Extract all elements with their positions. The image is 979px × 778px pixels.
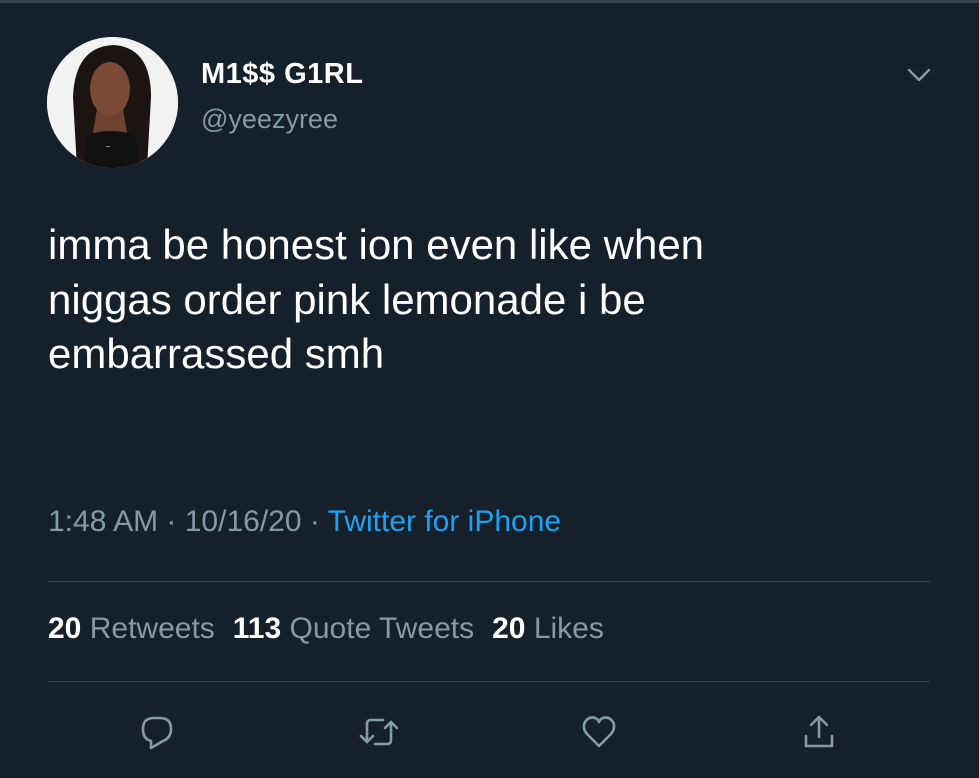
display-name[interactable]: M1$$ G1RL xyxy=(201,58,363,91)
quote-tweets-stat[interactable]: 113 Quote Tweets xyxy=(233,612,474,645)
tweet-time[interactable]: 1:48 AM xyxy=(48,505,158,538)
retweets-count: 20 xyxy=(48,612,82,645)
svg-text:~: ~ xyxy=(105,143,111,151)
action-bar xyxy=(0,712,979,762)
share-icon xyxy=(799,712,839,757)
heart-icon xyxy=(579,712,619,757)
meta-separator: · xyxy=(301,505,328,538)
meta-separator: · xyxy=(158,505,185,538)
quote-tweets-count: 113 xyxy=(232,612,282,645)
user-handle[interactable]: @yeezyree xyxy=(201,104,338,135)
like-button[interactable] xyxy=(577,712,621,756)
tweet-detail: ~ M1$$ G1RL @yeezyree imma be honest ion… xyxy=(0,0,979,778)
chevron-down-icon[interactable] xyxy=(904,64,934,86)
reply-button[interactable] xyxy=(135,712,179,756)
retweet-button[interactable] xyxy=(357,712,401,756)
reply-icon xyxy=(137,712,177,757)
divider xyxy=(48,681,930,682)
quote-tweets-label: Quote Tweets xyxy=(289,612,475,645)
retweets-label: Retweets xyxy=(89,612,215,645)
likes-count: 20 xyxy=(492,612,526,645)
avatar[interactable]: ~ xyxy=(47,37,178,168)
retweet-icon xyxy=(357,712,401,757)
likes-label: Likes xyxy=(533,612,604,645)
retweets-stat[interactable]: 20 Retweets xyxy=(48,612,215,645)
share-button[interactable] xyxy=(797,712,841,756)
likes-stat[interactable]: 20 Likes xyxy=(492,612,604,645)
tweet-source-link[interactable]: Twitter for iPhone xyxy=(328,505,561,538)
tweet-stats: 20 Retweets 113 Quote Tweets 20 Likes xyxy=(48,612,622,646)
tweet-text: imma be honest ion even like when niggas… xyxy=(48,221,705,378)
divider xyxy=(48,581,930,582)
tweet-date[interactable]: 10/16/20 xyxy=(185,505,302,538)
tweet-meta: 1:48 AM · 10/16/20 · Twitter for iPhone xyxy=(48,505,561,539)
